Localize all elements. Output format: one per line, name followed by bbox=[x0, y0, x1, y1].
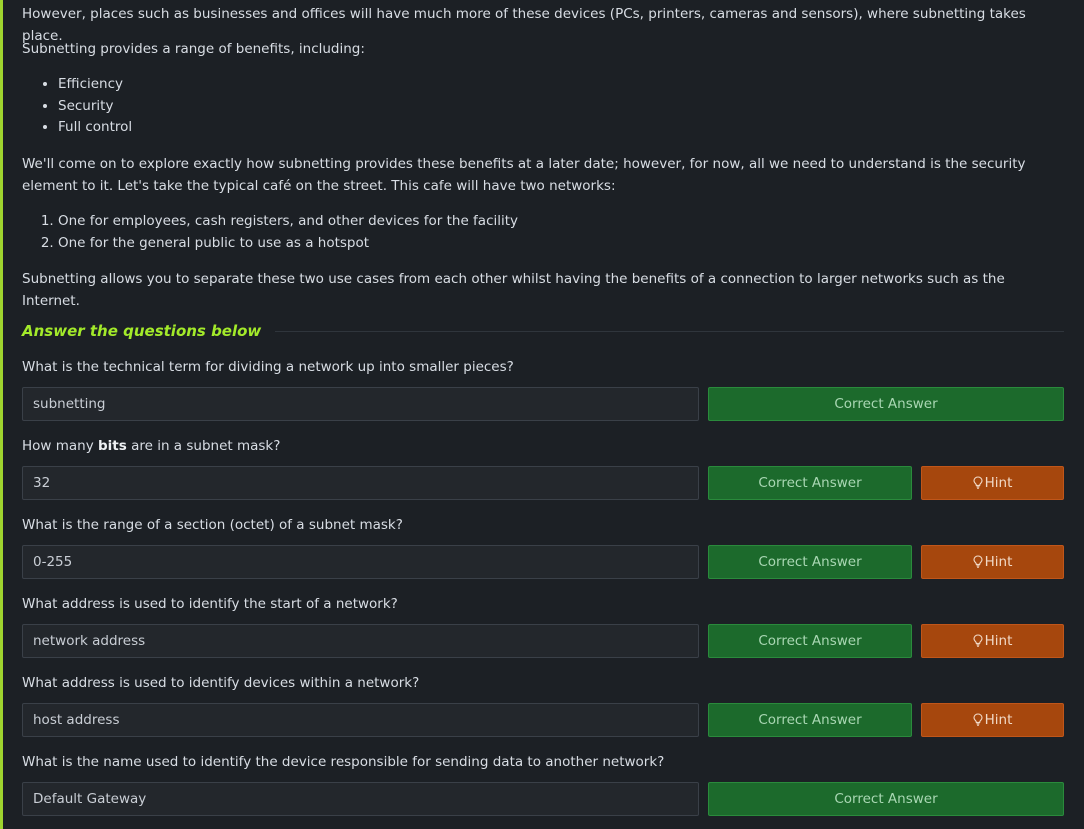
list-item: Full control bbox=[58, 117, 132, 139]
question-4-text: What address is used to identify the sta… bbox=[22, 596, 398, 612]
question-3-answer-row: 0-255 Correct Answer Hint bbox=[22, 545, 1064, 579]
hint-label: Hint bbox=[984, 554, 1013, 570]
intro-paragraph-2: Subnetting provides a range of benefits,… bbox=[22, 41, 365, 57]
lightbulb-icon bbox=[973, 712, 983, 726]
question-5-text: What address is used to identify devices… bbox=[22, 675, 420, 691]
list-item: Security bbox=[58, 96, 132, 118]
lightbulb-icon bbox=[973, 554, 983, 568]
question-text-part: are in a subnet mask? bbox=[126, 438, 281, 454]
hint-button[interactable]: Hint bbox=[921, 466, 1064, 500]
list-item: Efficiency bbox=[58, 74, 132, 96]
question-2-answer-row: 32 Correct Answer Hint bbox=[22, 466, 1064, 500]
question-bold-term: bits bbox=[98, 438, 127, 454]
question-2-text: How many bits are in a subnet mask? bbox=[22, 436, 1064, 456]
lightbulb-icon bbox=[973, 475, 983, 489]
section-title: Answer the questions below bbox=[22, 322, 262, 340]
answer-input[interactable]: network address bbox=[22, 624, 699, 658]
list-item: One for the general public to use as a h… bbox=[58, 232, 518, 254]
correct-answer-button[interactable]: Correct Answer bbox=[708, 387, 1064, 421]
correct-answer-button[interactable]: Correct Answer bbox=[708, 782, 1064, 816]
intro-paragraph-4: Subnetting allows you to separate these … bbox=[22, 271, 1005, 309]
hint-label: Hint bbox=[984, 712, 1013, 728]
correct-answer-button[interactable]: Correct Answer bbox=[708, 466, 912, 500]
answer-input[interactable]: 32 bbox=[22, 466, 699, 500]
task-page: However, places such as businesses and o… bbox=[0, 0, 1084, 829]
answer-input[interactable]: 0-255 bbox=[22, 545, 699, 579]
hint-button[interactable]: Hint bbox=[921, 703, 1064, 737]
hint-label: Hint bbox=[984, 633, 1013, 649]
correct-answer-button[interactable]: Correct Answer bbox=[708, 545, 912, 579]
answer-input[interactable]: Default Gateway bbox=[22, 782, 699, 816]
answers-section-header: Answer the questions below bbox=[22, 319, 1064, 343]
task-accent-bar bbox=[0, 0, 3, 829]
answer-input[interactable]: host address bbox=[22, 703, 699, 737]
hint-button[interactable]: Hint bbox=[921, 545, 1064, 579]
section-divider bbox=[275, 330, 1064, 332]
hint-label: Hint bbox=[984, 475, 1013, 491]
benefits-list: Efficiency Security Full control bbox=[22, 74, 132, 139]
question-3-text: What is the range of a section (octet) o… bbox=[22, 517, 403, 533]
question-text-part: How many bbox=[22, 438, 99, 454]
intro-paragraph-3: We'll come on to explore exactly how sub… bbox=[22, 156, 1026, 194]
answer-input[interactable]: subnetting bbox=[22, 387, 699, 421]
networks-list: One for employees, cash registers, and o… bbox=[22, 210, 518, 254]
correct-answer-button[interactable]: Correct Answer bbox=[708, 703, 912, 737]
question-5-answer-row: host address Correct Answer Hint bbox=[22, 703, 1064, 737]
question-6-answer-row: Default Gateway Correct Answer bbox=[22, 782, 1064, 816]
question-4-answer-row: network address Correct Answer Hint bbox=[22, 624, 1064, 658]
correct-answer-button[interactable]: Correct Answer bbox=[708, 624, 912, 658]
question-1-answer-row: subnetting Correct Answer bbox=[22, 387, 1064, 421]
list-item: One for employees, cash registers, and o… bbox=[58, 210, 518, 232]
question-1-text: What is the technical term for dividing … bbox=[22, 359, 514, 375]
question-6-text: What is the name used to identify the de… bbox=[22, 754, 665, 770]
lightbulb-icon bbox=[973, 633, 983, 647]
hint-button[interactable]: Hint bbox=[921, 624, 1064, 658]
